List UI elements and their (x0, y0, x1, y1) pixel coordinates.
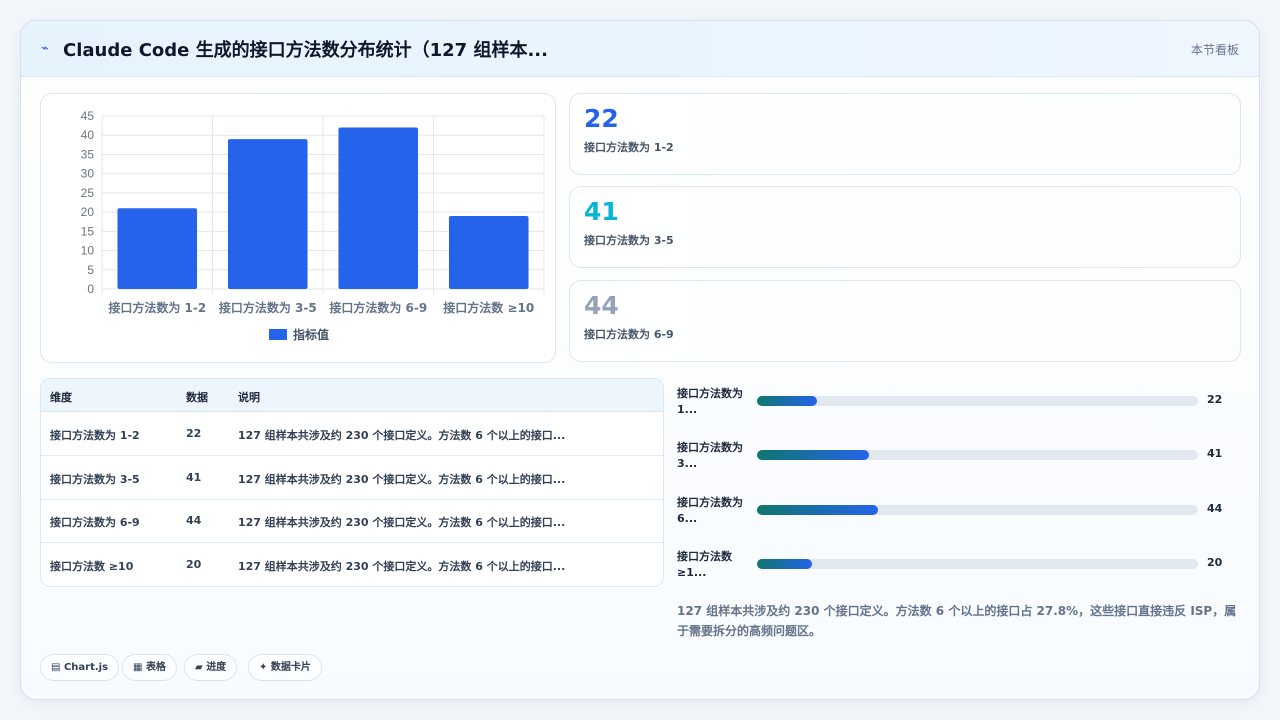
progress-value: 44 (1207, 502, 1223, 515)
section-board-label: 本节看板 (1190, 43, 1239, 57)
progress-label: 接口方法数为 3... (677, 441, 743, 470)
bar (448, 215, 529, 289)
progress-label: 接口方法数为 1... (677, 387, 743, 416)
y-tick-label: 25 (81, 186, 95, 200)
progress-track (757, 450, 1198, 460)
chip-chartjs[interactable]: ▤ Chart.js (40, 654, 120, 681)
stat-card-1: 22 接口方法数为 1-2 (569, 93, 1241, 175)
progress-icon: ▰ (195, 662, 203, 673)
table-row: 接口方法数为 1-2 22 127 组样本共涉及约 230 个接口定义。方法数 … (41, 412, 663, 456)
row-dimension: 接口方法数 ≥10 (50, 560, 134, 573)
progress-track (757, 396, 1198, 406)
progress-row: 接口方法数为 1... 22 (677, 386, 1241, 420)
y-tick-label: 20 (81, 205, 95, 219)
y-tick-label: 45 (81, 109, 95, 123)
lightning-icon: ⌁ (41, 41, 49, 56)
page-title: Claude Code 生成的接口方法数分布统计（127 组样本... (63, 40, 548, 61)
progress-row: 接口方法数 ≥1... 20 (677, 549, 1241, 583)
legend-swatch (269, 329, 287, 340)
dashboard-panel: ⌁ Claude Code 生成的接口方法数分布统计（127 组样本... 本节… (20, 20, 1260, 700)
stat-label: 接口方法数为 1-2 (584, 141, 674, 154)
y-tick-label: 35 (81, 147, 95, 161)
x-tick-label: 接口方法数为 3-5 (219, 300, 317, 315)
summary-note: 127 组样本共涉及约 230 个接口定义。方法数 6 个以上的接口占 27.8… (677, 604, 1237, 638)
stat-value: 41 (584, 197, 619, 226)
stat-card-3: 44 接口方法数为 6-9 (569, 280, 1241, 362)
progress-fill (757, 559, 812, 569)
y-tick-label: 30 (81, 167, 95, 181)
sparkle-icon: ✦ (259, 662, 268, 673)
table-row: 接口方法数 ≥10 20 127 组样本共涉及约 230 个接口定义。方法数 6… (41, 543, 663, 586)
progress-value: 22 (1207, 393, 1223, 406)
bar-chart: 0 5 10 15 20 25 30 35 40 45 接口方法数为 1-2 接口方法数为 3-5 接口… (81, 109, 545, 342)
legend-label: 指标值 (293, 327, 329, 342)
x-tick-label: 接口方法数为 1-2 (108, 300, 206, 315)
row-description: 127 组样本共涉及约 230 个接口定义。方法数 6 个以上的接口... (238, 560, 566, 573)
bar (117, 208, 198, 289)
panel-header: ⌁ Claude Code 生成的接口方法数分布统计（127 组样本... 本节… (21, 21, 1259, 77)
row-description: 127 组样本共涉及约 230 个接口定义。方法数 6 个以上的接口... (238, 473, 566, 486)
y-tick-label: 15 (81, 224, 95, 238)
header-dimension: 维度 (50, 391, 72, 404)
table-header: 维度 数据 说明 (41, 379, 663, 412)
progress-track (757, 505, 1198, 515)
row-data: 44 (186, 514, 202, 527)
progress-fill (757, 396, 817, 406)
stat-value: 44 (584, 291, 619, 320)
row-data: 20 (186, 558, 202, 571)
stat-label: 接口方法数为 3-5 (584, 234, 674, 247)
progress-label: 接口方法数 ≥1... (677, 550, 732, 579)
row-dimension: 接口方法数为 3-5 (50, 473, 140, 486)
row-description: 127 组样本共涉及约 230 个接口定义。方法数 6 个以上的接口... (238, 516, 566, 529)
stat-value: 22 (584, 104, 619, 133)
data-table: 维度 数据 说明 接口方法数为 1-2 22 127 组样本共涉及约 230 个… (40, 378, 664, 587)
x-tick-label: 接口方法数为 6-9 (329, 300, 427, 315)
progress-track (757, 559, 1198, 569)
progress-row: 接口方法数为 6... 44 (677, 495, 1241, 529)
stat-label: 接口方法数为 6-9 (584, 328, 674, 341)
progress-value: 41 (1207, 447, 1223, 460)
header-description: 说明 (238, 391, 260, 404)
header-data: 数据 (186, 391, 208, 404)
progress-label: 接口方法数为 6... (677, 496, 743, 525)
bar (338, 127, 419, 290)
row-data: 22 (186, 427, 202, 440)
table-row: 接口方法数为 3-5 41 127 组样本共涉及约 230 个接口定义。方法数 … (41, 456, 663, 500)
y-tick-label: 0 (87, 282, 94, 296)
row-dimension: 接口方法数为 1-2 (50, 429, 140, 442)
chip-table[interactable]: ▦ 表格 (122, 654, 177, 681)
row-dimension: 接口方法数为 6-9 (50, 516, 140, 529)
progress-value: 20 (1207, 556, 1223, 569)
table-row: 接口方法数为 6-9 44 127 组样本共涉及约 230 个接口定义。方法数 … (41, 499, 663, 543)
y-tick-label: 10 (81, 244, 95, 258)
bar-chart-card: 0 5 10 15 20 25 30 35 40 45 接口方法数为 1-2 接口方法数为 3-5 接口… (40, 93, 556, 363)
x-tick-label: 接口方法数 ≥10 (443, 300, 534, 315)
stat-card-2: 41 接口方法数为 3-5 (569, 186, 1241, 268)
row-description: 127 组样本共涉及约 230 个接口定义。方法数 6 个以上的接口... (238, 429, 566, 442)
progress-row: 接口方法数为 3... 41 (677, 440, 1241, 474)
bar (227, 139, 308, 289)
y-tick-label: 40 (81, 128, 95, 142)
progress-fill (757, 450, 869, 460)
chip-data-card[interactable]: ✦ 数据卡片 (248, 654, 322, 681)
chip-progress[interactable]: ▰ 进度 (184, 654, 238, 681)
progress-fill (757, 505, 878, 515)
row-data: 41 (186, 471, 202, 484)
chart-icon: ▤ (51, 662, 61, 673)
table-icon: ▦ (133, 662, 143, 673)
y-tick-label: 5 (87, 263, 94, 277)
